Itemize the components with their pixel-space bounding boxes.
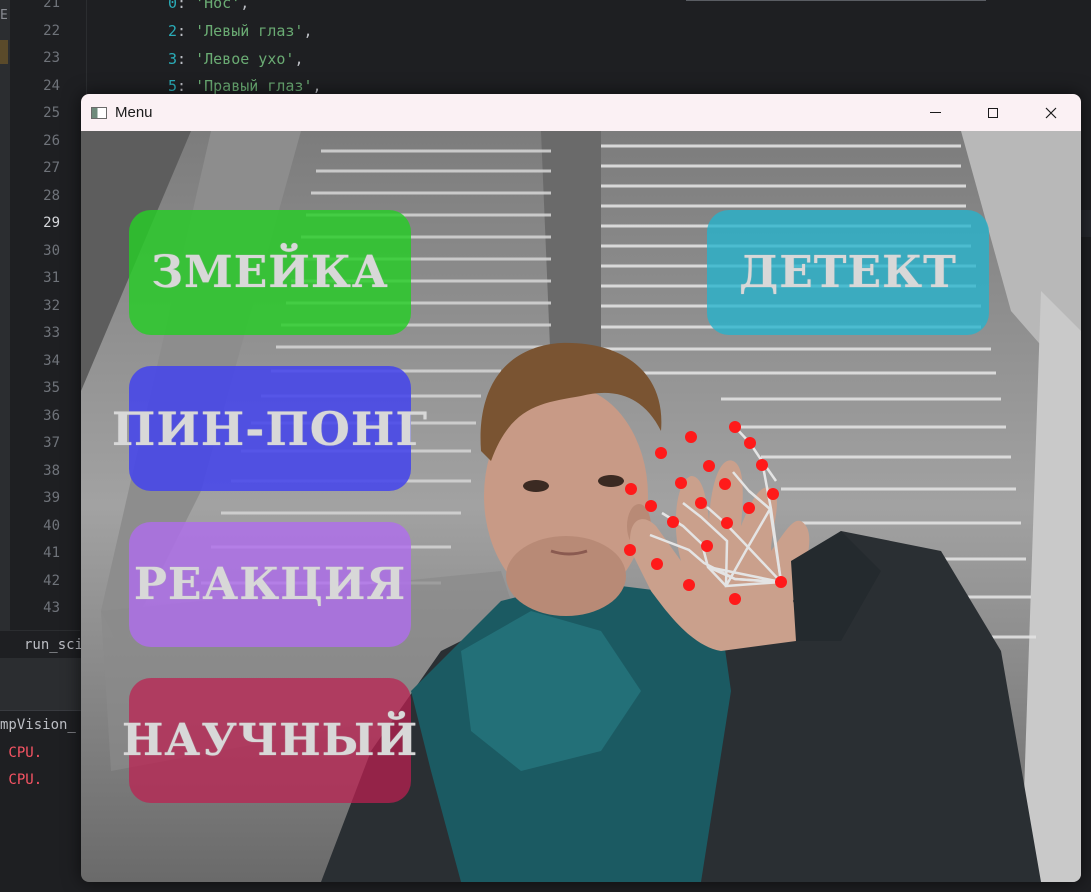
landmark-point	[729, 421, 741, 433]
code-line[interactable]: 2: 'Левый глаз',	[168, 22, 313, 40]
code-key: 0	[168, 0, 178, 12]
code-string: 'Нос'	[195, 0, 241, 12]
code-trail: ,	[312, 77, 322, 95]
landmark-point	[744, 437, 756, 449]
ping-pong-button[interactable]: ПИН-ПОНГ	[112, 366, 427, 491]
line-number: 25	[43, 105, 60, 121]
landmark-point	[743, 502, 755, 514]
line-number: 37	[43, 435, 60, 451]
line-number: 39	[43, 490, 60, 506]
minimize-button[interactable]	[906, 94, 964, 131]
code-string: 'Левое ухо'	[195, 50, 295, 68]
reaction-button[interactable]: РЕАКЦИЯ	[129, 522, 411, 647]
console-line: CPU.	[0, 745, 43, 761]
landmark-point	[701, 540, 713, 552]
line-number-current: 29	[43, 215, 60, 231]
line-number: 26	[43, 132, 60, 149]
line-number: 41	[43, 545, 60, 561]
line-number: 42	[43, 572, 60, 589]
line-number: 33	[43, 325, 60, 341]
line-number: 22	[43, 22, 60, 39]
line-number: 34	[43, 352, 60, 369]
panel-edge	[1081, 630, 1091, 891]
gutter-marker: E	[0, 8, 8, 23]
code-string: 'Левый глаз'	[195, 22, 304, 40]
line-number: 24	[43, 77, 60, 94]
landmark-point	[703, 460, 715, 472]
code-trail: ,	[294, 50, 304, 68]
menu-window: Menu ЗМЕЙКА ДЕТЕКТ ПИН-ПОНГ РЕАКЦИЯ НАУЧ…	[81, 94, 1081, 882]
code-line[interactable]: 3: 'Левое ухо',	[168, 50, 303, 68]
line-number-gutter: 21 22 23 24 25 26 27 28 29 30 31 32 33 3…	[0, 0, 87, 630]
detect-button[interactable]: ДЕТЕКТ	[707, 210, 989, 335]
line-number: 40	[43, 517, 60, 534]
line-number: 35	[43, 380, 60, 396]
landmark-point	[719, 478, 731, 490]
code-key: 5	[168, 77, 178, 95]
code-line[interactable]: 5: 'Правый глаз',	[168, 77, 322, 95]
gutter-strip: E	[0, 0, 10, 630]
editor-divider	[686, 0, 986, 1]
line-number: 31	[43, 270, 60, 286]
landmark-point	[756, 459, 768, 471]
title-bar[interactable]: Menu	[81, 94, 1081, 131]
line-number: 21	[43, 0, 60, 11]
landmark-point	[667, 516, 679, 528]
minimize-icon	[929, 112, 941, 113]
code-key: 2	[168, 22, 178, 40]
snake-game-button[interactable]: ЗМЕЙКА	[129, 210, 411, 335]
scientific-label: НАУЧНЫЙ	[121, 715, 419, 766]
line-number: 36	[43, 407, 60, 424]
scientific-button[interactable]: НАУЧНЫЙ	[122, 678, 417, 803]
line-number: 38	[43, 462, 60, 479]
code-string: 'Правый глаз'	[195, 77, 313, 95]
bookmark-marker	[0, 40, 8, 64]
landmark-point	[683, 579, 695, 591]
line-number: 28	[43, 187, 60, 204]
landmark-point	[655, 447, 667, 459]
landmark-point	[675, 477, 687, 489]
code-line[interactable]: 0: 'Нос',	[168, 0, 249, 12]
line-number: 30	[43, 242, 60, 259]
window-title: Menu	[115, 104, 153, 121]
landmark-point	[625, 483, 637, 495]
landmark-point	[721, 517, 733, 529]
console-line: CPU.	[0, 772, 43, 788]
code-trail: ,	[240, 0, 250, 12]
hand-skeleton	[649, 426, 783, 588]
camera-view[interactable]: ЗМЕЙКА ДЕТЕКТ ПИН-ПОНГ РЕАКЦИЯ НАУЧНЫЙ	[81, 131, 1081, 882]
landmark-point	[767, 488, 779, 500]
close-button[interactable]	[1022, 94, 1080, 131]
line-number: 23	[43, 50, 60, 66]
detect-label: ДЕТЕКТ	[739, 247, 957, 298]
maximize-icon	[988, 107, 998, 118]
landmark-point	[651, 558, 663, 570]
landmark-point	[695, 497, 707, 509]
app-window-icon	[91, 106, 107, 119]
landmark-point	[685, 431, 697, 443]
line-number: 43	[43, 600, 60, 616]
reaction-label: РЕАКЦИЯ	[133, 559, 407, 610]
landmark-point	[624, 544, 636, 556]
ping-pong-label: ПИН-ПОНГ	[111, 401, 429, 456]
landmark-point	[645, 500, 657, 512]
close-icon	[1045, 107, 1057, 118]
line-number: 27	[43, 160, 60, 176]
console-line: mpVision_	[0, 717, 76, 733]
code-key: 3	[168, 50, 178, 68]
tab-run-script[interactable]: run_sci	[0, 630, 83, 658]
line-number: 32	[43, 297, 60, 314]
snake-game-label: ЗМЕЙКА	[151, 247, 389, 298]
maximize-button[interactable]	[964, 94, 1022, 131]
landmark-point	[775, 576, 787, 588]
code-trail: ,	[303, 22, 313, 40]
landmark-point	[729, 593, 741, 605]
